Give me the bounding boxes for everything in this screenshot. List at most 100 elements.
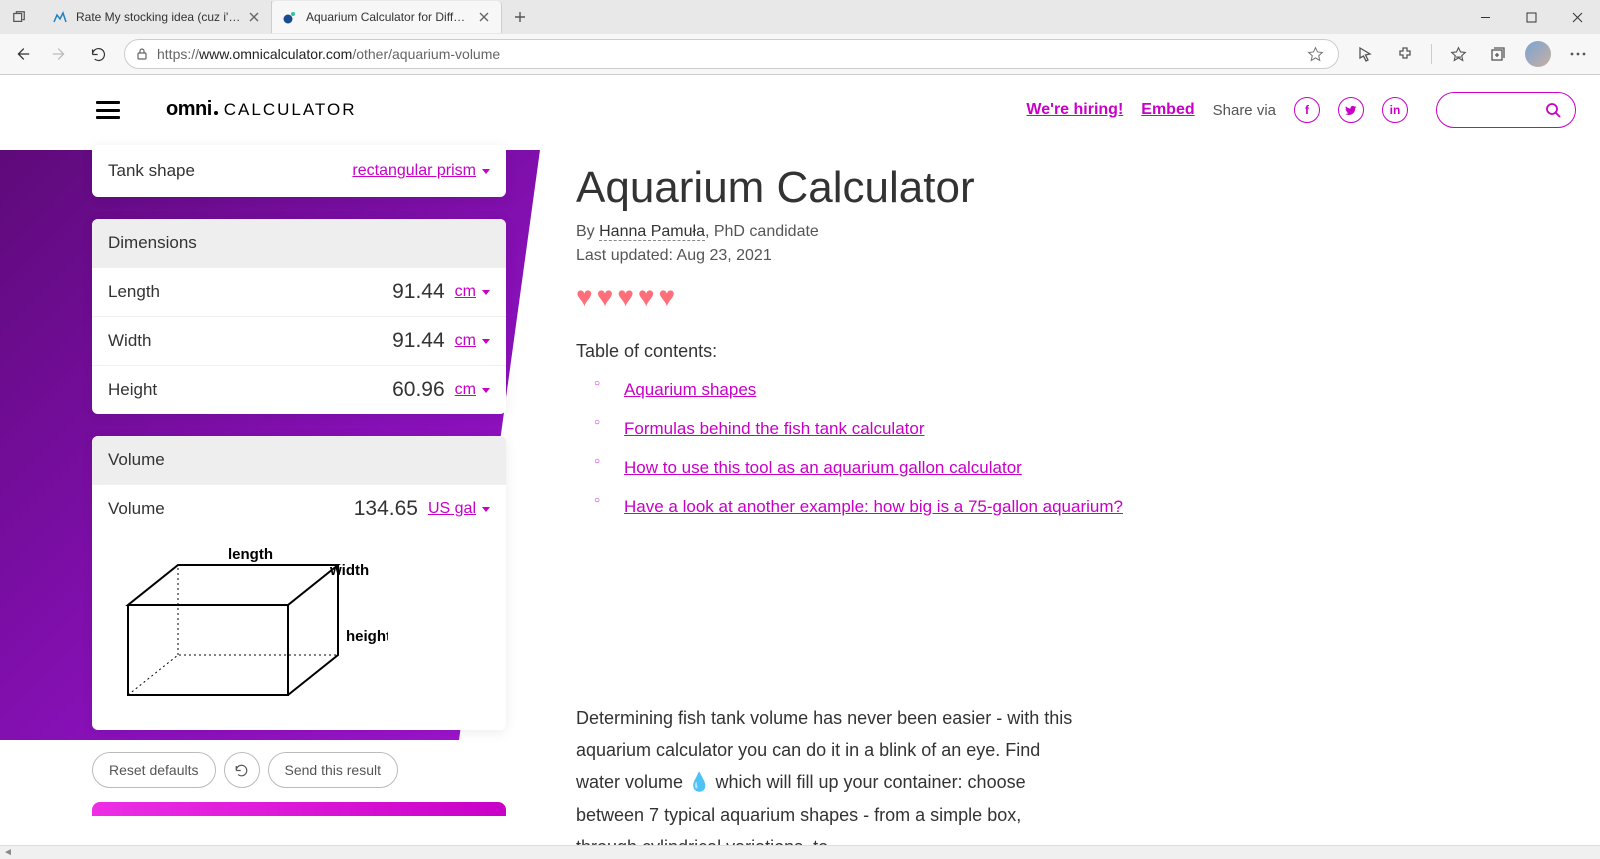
pink-bar bbox=[92, 802, 506, 816]
send-result-button[interactable]: Send this result bbox=[268, 752, 399, 788]
lock-icon bbox=[135, 47, 149, 61]
article: Aquarium Calculator By Hanna Pamuła, PhD… bbox=[540, 145, 1240, 845]
url-text: https://www.omnicalculator.com/other/aqu… bbox=[157, 46, 1303, 62]
last-updated: Last updated: Aug 23, 2021 bbox=[576, 247, 1240, 265]
byline: By Hanna Pamuła, PhD candidate bbox=[576, 223, 1240, 241]
toc-link-2[interactable]: Formulas behind the fish tank calculator bbox=[624, 419, 925, 438]
volume-unit[interactable]: US gal bbox=[428, 500, 490, 518]
chevron-down-icon bbox=[482, 507, 490, 512]
volume-label: Volume bbox=[108, 499, 354, 519]
menu-button[interactable] bbox=[96, 101, 120, 119]
maximize-button[interactable] bbox=[1508, 1, 1554, 33]
chevron-down-icon bbox=[482, 339, 490, 344]
site-header: omni CALCULATOR We're hiring! Embed Shar… bbox=[0, 75, 1600, 145]
logo-sub: CALCULATOR bbox=[224, 100, 357, 120]
toc-link-4[interactable]: Have a look at another example: how big … bbox=[624, 497, 1123, 516]
volume-card: Volume Volume 134.65 US gal length width… bbox=[92, 436, 506, 730]
embed-link[interactable]: Embed bbox=[1141, 101, 1194, 119]
chevron-down-icon bbox=[482, 169, 490, 174]
separator bbox=[1431, 44, 1432, 64]
extensions-icon[interactable] bbox=[1387, 36, 1423, 72]
calculator-panel: Tank shape rectangular prism Dimensions … bbox=[0, 145, 540, 845]
cursor-icon[interactable] bbox=[1347, 36, 1383, 72]
linkedin-icon[interactable]: in bbox=[1382, 97, 1408, 123]
hiring-link[interactable]: We're hiring! bbox=[1026, 101, 1123, 119]
page-viewport[interactable]: omni CALCULATOR We're hiring! Embed Shar… bbox=[0, 75, 1600, 845]
height-label: Height bbox=[108, 380, 392, 400]
volume-header: Volume bbox=[92, 436, 506, 484]
profile-avatar[interactable] bbox=[1520, 36, 1556, 72]
forward-button[interactable] bbox=[42, 36, 78, 72]
tab-title-1: Rate My stocking idea (cuz i'm c bbox=[76, 10, 241, 24]
button-row: Reset defaults Send this result bbox=[92, 752, 506, 788]
length-value[interactable]: 91.44 bbox=[392, 280, 445, 304]
favicon-1 bbox=[52, 9, 68, 25]
favorites-icon[interactable] bbox=[1440, 36, 1476, 72]
page-title: Aquarium Calculator bbox=[576, 163, 1240, 213]
tab-actions-button[interactable] bbox=[4, 2, 34, 32]
chevron-down-icon bbox=[482, 388, 490, 393]
close-icon[interactable] bbox=[247, 10, 261, 24]
tab-title-2: Aquarium Calculator for Differen bbox=[306, 10, 471, 24]
minimize-button[interactable] bbox=[1462, 1, 1508, 33]
height-unit[interactable]: cm bbox=[455, 381, 490, 399]
close-icon[interactable] bbox=[477, 10, 491, 24]
logo-dot bbox=[214, 111, 218, 115]
refresh-button[interactable] bbox=[80, 36, 116, 72]
width-label: Width bbox=[108, 331, 392, 351]
shape-card: Tank shape rectangular prism bbox=[92, 145, 506, 197]
search-icon bbox=[1545, 102, 1561, 118]
search-button[interactable] bbox=[1436, 92, 1576, 128]
browser-chrome: Rate My stocking idea (cuz i'm c Aquariu… bbox=[0, 0, 1600, 75]
more-icon[interactable] bbox=[1560, 36, 1596, 72]
length-label: Length bbox=[108, 282, 392, 302]
width-unit[interactable]: cm bbox=[455, 332, 490, 350]
twitter-icon[interactable] bbox=[1338, 97, 1364, 123]
rating-hearts[interactable]: ♥ ♥ ♥ ♥ ♥ bbox=[576, 281, 1240, 313]
toc-list: Aquarium shapes Formulas behind the fish… bbox=[576, 376, 1240, 522]
close-window-button[interactable] bbox=[1554, 1, 1600, 33]
tab-separator bbox=[34, 2, 42, 32]
browser-tab-2-active[interactable]: Aquarium Calculator for Differen bbox=[272, 1, 502, 33]
new-tab-button[interactable] bbox=[506, 3, 534, 31]
browser-tab-1[interactable]: Rate My stocking idea (cuz i'm c bbox=[42, 1, 272, 33]
logo-main: omni bbox=[166, 98, 212, 121]
shape-label: Tank shape bbox=[108, 161, 352, 181]
facebook-icon[interactable]: f bbox=[1294, 97, 1320, 123]
share-label: Share via bbox=[1213, 102, 1276, 119]
length-unit[interactable]: cm bbox=[455, 283, 490, 301]
reload-button[interactable] bbox=[224, 752, 260, 788]
article-body: Determining fish tank volume has never b… bbox=[576, 702, 1076, 845]
heart-icon: ♥ bbox=[576, 281, 593, 313]
favorite-icon[interactable] bbox=[1307, 46, 1324, 63]
scroll-left-arrow[interactable]: ◄ bbox=[0, 847, 16, 858]
author-link[interactable]: Hanna Pamuła bbox=[599, 223, 705, 241]
heart-icon: ♥ bbox=[659, 281, 676, 313]
dimensions-header: Dimensions bbox=[92, 219, 506, 267]
volume-value[interactable]: 134.65 bbox=[354, 497, 418, 521]
diagram-height-label: height bbox=[346, 628, 388, 645]
window-controls bbox=[1462, 1, 1600, 33]
height-value[interactable]: 60.96 bbox=[392, 378, 445, 402]
heart-icon: ♥ bbox=[638, 281, 655, 313]
collections-icon[interactable] bbox=[1480, 36, 1516, 72]
nav-bar: https://www.omnicalculator.com/other/aqu… bbox=[0, 34, 1600, 74]
tank-diagram: length width height bbox=[92, 533, 506, 730]
reset-button[interactable]: Reset defaults bbox=[92, 752, 216, 788]
dimensions-card: Dimensions Length 91.44 cm Width 91.44 c… bbox=[92, 219, 506, 414]
favicon-2 bbox=[282, 9, 298, 25]
shape-select[interactable]: rectangular prism bbox=[352, 162, 490, 180]
heart-icon: ♥ bbox=[597, 281, 614, 313]
back-button[interactable] bbox=[4, 36, 40, 72]
site-logo[interactable]: omni CALCULATOR bbox=[166, 98, 357, 123]
diagram-length-label: length bbox=[228, 546, 273, 563]
chevron-down-icon bbox=[482, 290, 490, 295]
heart-icon: ♥ bbox=[617, 281, 634, 313]
tab-strip: Rate My stocking idea (cuz i'm c Aquariu… bbox=[0, 0, 1600, 34]
toc-link-1[interactable]: Aquarium shapes bbox=[624, 380, 756, 399]
horizontal-scrollbar[interactable]: ◄ bbox=[0, 845, 1600, 859]
toc-title: Table of contents: bbox=[576, 341, 1240, 362]
url-bar[interactable]: https://www.omnicalculator.com/other/aqu… bbox=[124, 39, 1339, 69]
width-value[interactable]: 91.44 bbox=[392, 329, 445, 353]
toc-link-3[interactable]: How to use this tool as an aquarium gall… bbox=[624, 458, 1022, 477]
